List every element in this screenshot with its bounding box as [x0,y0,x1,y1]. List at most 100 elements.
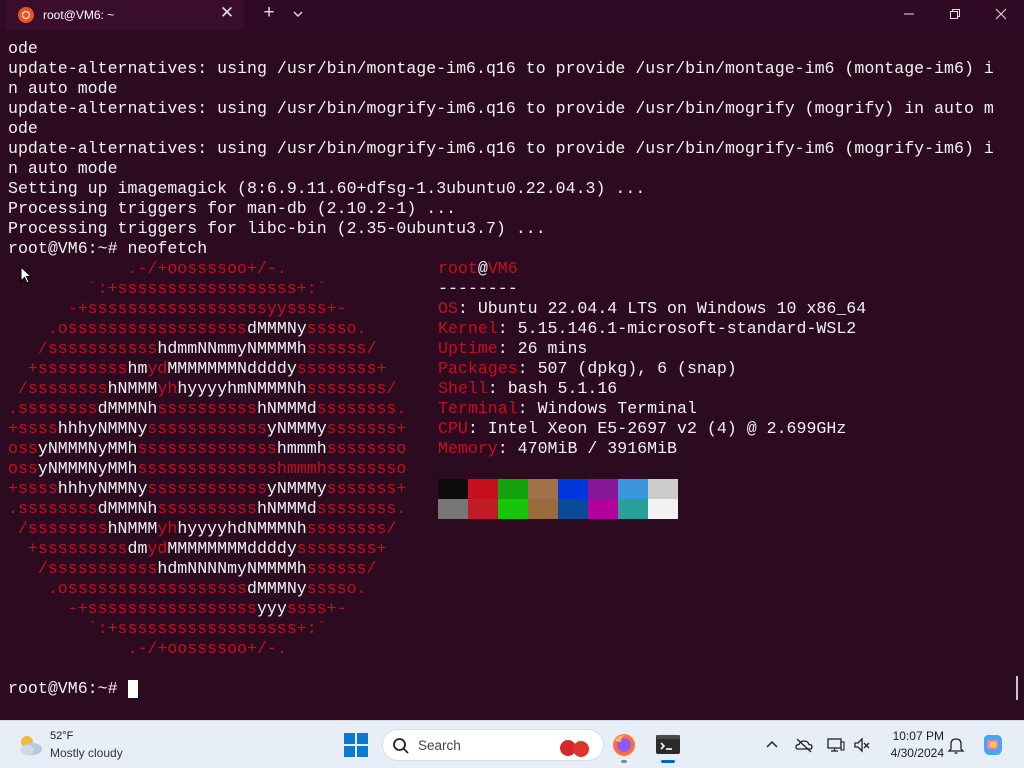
taskbar-search[interactable]: Search [382,729,604,761]
prompt: root@VM6:~# [8,679,128,698]
palette-swatch [498,499,528,519]
logo-line: +sssshhhyNMMNyssssssssssssyNMMMysssssss+ [8,419,407,438]
new-tab-button[interactable]: + [259,2,279,24]
windows-start-button[interactable] [344,733,368,757]
search-placeholder: Search [418,738,461,753]
info-at: @ [477,259,488,278]
terminal-line: Processing triggers for man-db (2.10.2-1… [8,199,457,218]
terminal-line: root@VM6:~# neofetch [8,239,208,258]
terminal-line: update-alternatives: using /usr/bin/mogr… [8,139,994,158]
logo-line: ossyNMMMNyMMhsssssssssssssshmmmhssssssso [8,459,407,478]
terminal-line: update-alternatives: using /usr/bin/mogr… [8,99,994,118]
palette-swatch [588,499,618,519]
search-icon [393,738,409,754]
maximize-button[interactable] [932,0,978,30]
copilot-icon[interactable] [980,732,1006,758]
logo-line: +ssssssssshmydMMMMMMMNddddyssssssss+ [8,359,387,378]
weather-temperature: 52°F [50,730,74,742]
info-value: : 507 (dpkg), 6 (snap) [517,359,737,378]
logo-line: .-/+oossssoo+/-. [8,259,287,278]
info-value: : Windows Terminal [517,399,697,418]
weather-condition: Mostly cloudy [50,746,123,760]
info-value: : 26 mins [497,339,588,358]
info-label: Packages [438,359,518,378]
mouse-pointer-icon [20,266,32,284]
tab-title: root@VM6: ~ [43,8,115,22]
palette-swatch [498,479,528,499]
terminal-output[interactable]: ode update-alternatives: using /usr/bin/m… [0,30,1024,720]
volume-muted-icon[interactable] [852,735,872,755]
restore-icon [950,9,960,19]
info-label: Kernel [438,319,498,338]
terminal-line: Processing triggers for libc-bin (2.35-0… [8,219,546,238]
terminal-tab[interactable]: root@VM6: ~ ✕ [6,0,244,30]
cloud-sun-icon [20,736,42,755]
terminal-line: n auto mode [8,159,118,178]
info-label: CPU [438,419,468,438]
info-field: Shell: bash 5.1.16 [438,379,617,399]
logo-line: /sssssssshNMMMyhhyyyyhdNMMMNhssssssss/ [8,519,397,538]
palette-swatch [438,499,468,519]
firefox-taskbar-button[interactable] [608,729,640,763]
logo-line: /ssssssssssshdmmNNmmyNMMMMhssssss/ [8,339,377,358]
info-field: Uptime: 26 mins [438,339,587,359]
palette-swatch [648,499,678,519]
logo-line: .ssssssssdMMMNhsssssssssshNMMMdssssssss. [8,499,407,518]
logo-line: .ssssssssdMMMNhsssssssssshNMMMdssssssss. [8,399,407,418]
info-value: : Intel Xeon E5-2697 v2 (4) @ 2.699GHz [467,419,847,438]
palette-swatch [558,479,588,499]
ubuntu-icon [18,7,34,23]
info-label: Uptime [438,339,498,358]
scrollbar-thumb[interactable] [1016,676,1018,700]
logo-line: .ossssssssssssssssssdMMMNysssso. [8,319,367,338]
clock-time[interactable]: 10:07 PM [880,729,944,743]
info-user: root [438,259,478,278]
palette-swatch [588,479,618,499]
display-icon[interactable] [826,735,846,755]
info-value: : bash 5.1.16 [487,379,618,398]
palette-swatch [558,499,588,519]
palette-swatch [438,479,468,499]
clock-date[interactable]: 4/30/2024 [880,746,944,760]
onedrive-offline-icon[interactable] [794,735,814,755]
info-value: : 5.15.146.1-microsoft-standard-WSL2 [497,319,857,338]
terminal-line: ode [8,119,38,138]
palette-swatch [528,499,558,519]
logo-line: /ssssssssssshdmNNNNmyNMMMMhssssss/ [8,559,377,578]
minimize-button[interactable] [886,0,932,30]
logo-line: +sssssssssdmydMMMMMMMMddddyssssssss+ [8,539,387,558]
close-icon [995,8,1007,20]
chevron-up-icon[interactable] [762,735,782,755]
logo-line: ossyNMMMNyMMhsssssssssssssshmmmhssssssso [8,439,407,458]
color-palette [438,479,678,519]
title-bar: root@VM6: ~ ✕ + [0,0,1024,30]
logo-line: .ossssssssssssssssssdMMMNysssso. [8,579,367,598]
info-label: Memory [438,439,498,458]
notification-bell-icon[interactable] [946,735,966,755]
terminal-taskbar-button[interactable] [652,729,684,763]
info-label: OS [438,299,458,318]
terminal-line: n auto mode [8,79,118,98]
active-indicator [661,760,675,763]
terminal-line: update-alternatives: using /usr/bin/mont… [8,59,994,78]
palette-swatch [528,479,558,499]
text-cursor [128,680,138,698]
terminal-line: Setting up imagemagick (8:6.9.11.60+dfsg… [8,179,646,198]
close-window-button[interactable] [978,0,1024,30]
logo-line: `:+ssssssssssssssssss+:` [8,279,327,298]
close-tab-button[interactable]: ✕ [218,3,236,23]
palette-swatch [648,479,678,499]
palette-swatch [618,499,648,519]
palette-swatch [618,479,648,499]
info-label: Terminal [438,399,518,418]
info-host: VM6 [487,259,518,278]
info-field: CPU: Intel Xeon E5-2697 v2 (4) @ 2.699GH… [438,419,846,439]
info-value: : Ubuntu 22.04.4 LTS on Windows 10 x86_6… [457,299,867,318]
running-indicator [621,760,627,763]
terminal-icon [656,735,680,754]
info-field: Packages: 507 (dpkg), 6 (snap) [438,359,737,379]
chevron-down-icon[interactable] [289,7,307,21]
info-field: Kernel: 5.15.146.1-microsoft-standard-WS… [438,319,856,339]
palette-swatch [468,479,498,499]
palette-swatch [468,499,498,519]
